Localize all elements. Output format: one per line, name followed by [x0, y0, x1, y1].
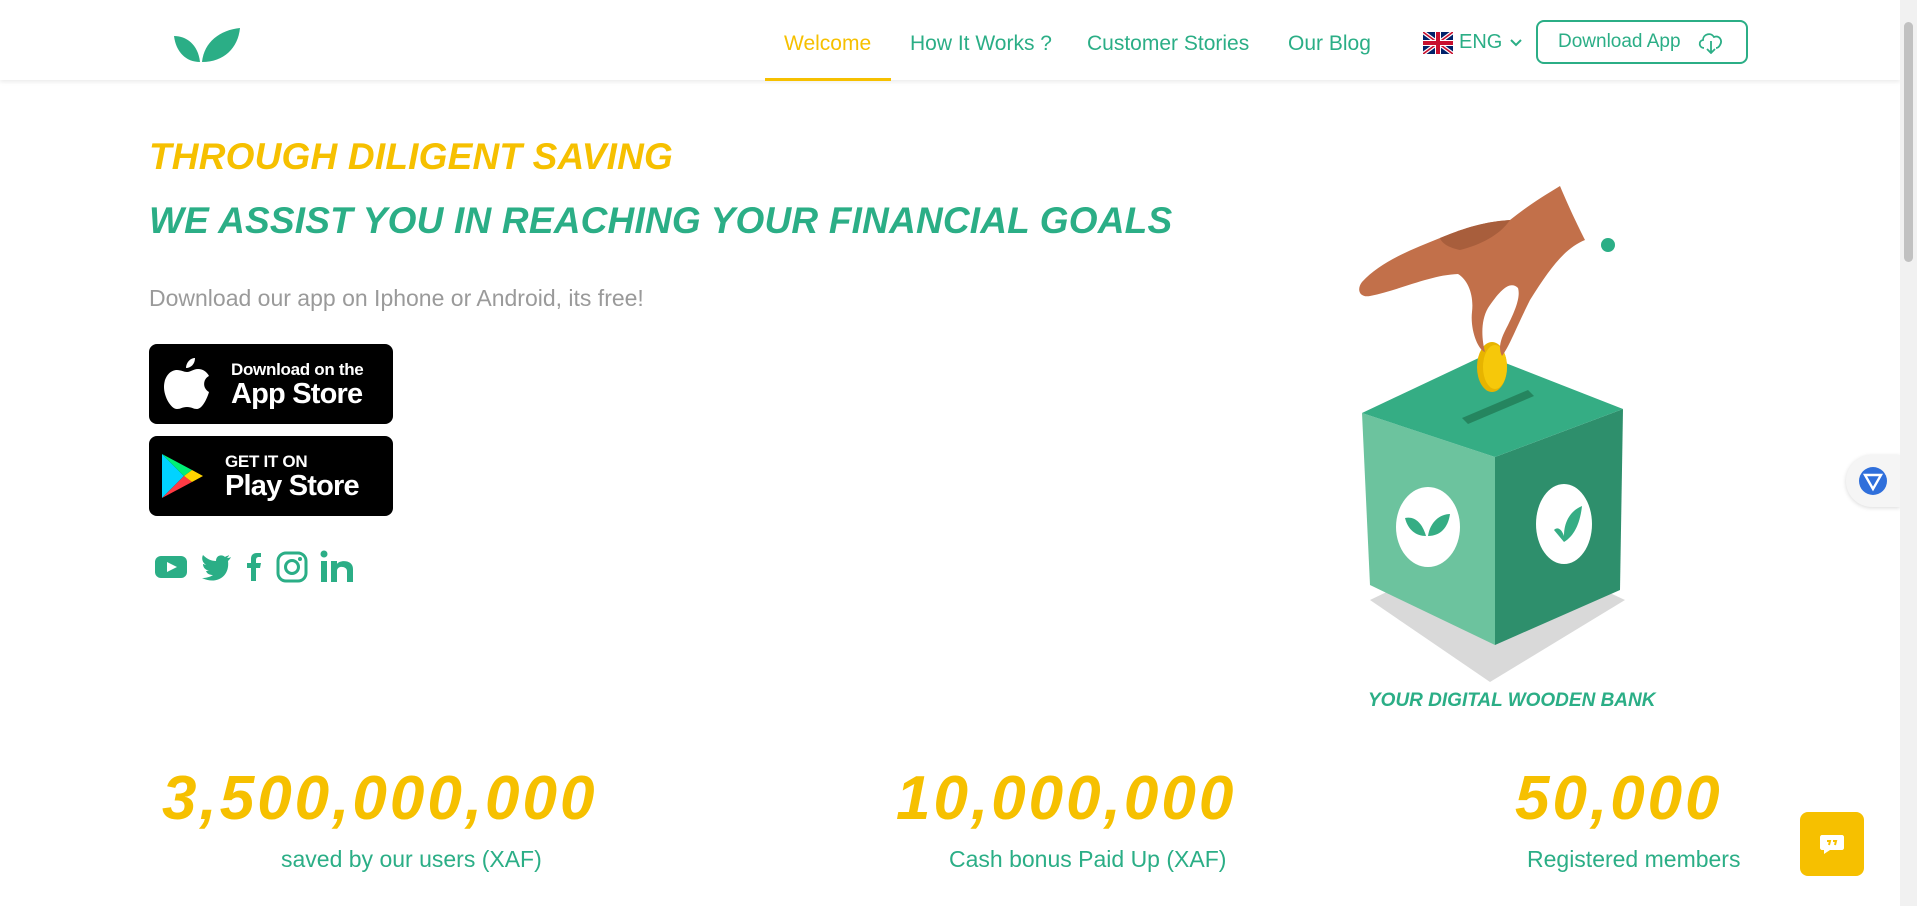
nav-welcome[interactable]: Welcome: [784, 32, 871, 56]
extension-v-icon: [1859, 467, 1887, 495]
stat-members-label: Registered members: [1527, 846, 1741, 872]
app-store-button[interactable]: Download on the App Store: [149, 344, 393, 424]
play-store-small-text: GET IT ON: [225, 452, 308, 471]
browser-extension-widget[interactable]: [1846, 455, 1900, 507]
piggy-box-illustration: [1359, 186, 1625, 682]
nav-how-it-works[interactable]: How It Works ?: [910, 32, 1052, 56]
linkedin-icon[interactable]: [320, 550, 354, 584]
play-store-big-text: Play Store: [225, 470, 360, 502]
hero-subtext: Download our app on Iphone or Android, i…: [149, 285, 644, 311]
cloud-download-icon: [1698, 33, 1722, 54]
download-app-button[interactable]: Download App: [1536, 20, 1748, 64]
stat-bonus-label: Cash bonus Paid Up (XAF): [949, 846, 1227, 872]
language-label: ENG: [1459, 31, 1503, 53]
twitter-icon[interactable]: [200, 553, 232, 581]
google-play-icon: [162, 454, 203, 498]
stat-bonus-value: 10,000,000: [896, 764, 1237, 833]
nav-our-blog[interactable]: Our Blog: [1288, 32, 1371, 56]
hero-headline-secondary: WE ASSIST YOU IN REACHING YOUR FINANCIAL…: [149, 200, 1173, 241]
page-scrollbar[interactable]: [1900, 0, 1917, 906]
language-selector[interactable]: ENG: [1423, 31, 1523, 54]
stat-savings-value: 3,500,000,000: [162, 764, 598, 833]
stat-members-value: 50,000: [1515, 764, 1723, 833]
chat-bubble-icon: [1820, 835, 1844, 854]
apple-icon: [164, 358, 209, 409]
youtube-icon[interactable]: [154, 554, 188, 580]
nav-customer-stories[interactable]: Customer Stories: [1087, 32, 1249, 56]
scrollbar-thumb[interactable]: [1904, 22, 1913, 262]
uk-flag-icon: [1423, 31, 1453, 54]
play-store-button[interactable]: GET IT ON Play Store: [149, 436, 393, 516]
instagram-icon[interactable]: [276, 551, 308, 583]
nav-active-underline: [765, 78, 891, 81]
social-links: [154, 550, 366, 584]
illustration-caption: YOUR DIGITAL WOODEN BANK: [1368, 690, 1656, 711]
chevron-down-icon: [1510, 38, 1523, 46]
leaf-logo-icon[interactable]: [172, 22, 242, 66]
stat-savings-label: saved by our users (XAF): [281, 846, 542, 872]
hero-headline-primary: THROUGH DILIGENT SAVING: [149, 136, 673, 177]
app-store-small-text: Download on the: [231, 360, 364, 379]
facebook-icon[interactable]: [244, 552, 264, 582]
chat-button[interactable]: [1800, 812, 1864, 876]
top-navigation-bar: Welcome How It Works ? Customer Stories …: [0, 0, 1900, 81]
download-app-label: Download App: [1558, 31, 1681, 52]
app-store-big-text: App Store: [231, 378, 363, 410]
